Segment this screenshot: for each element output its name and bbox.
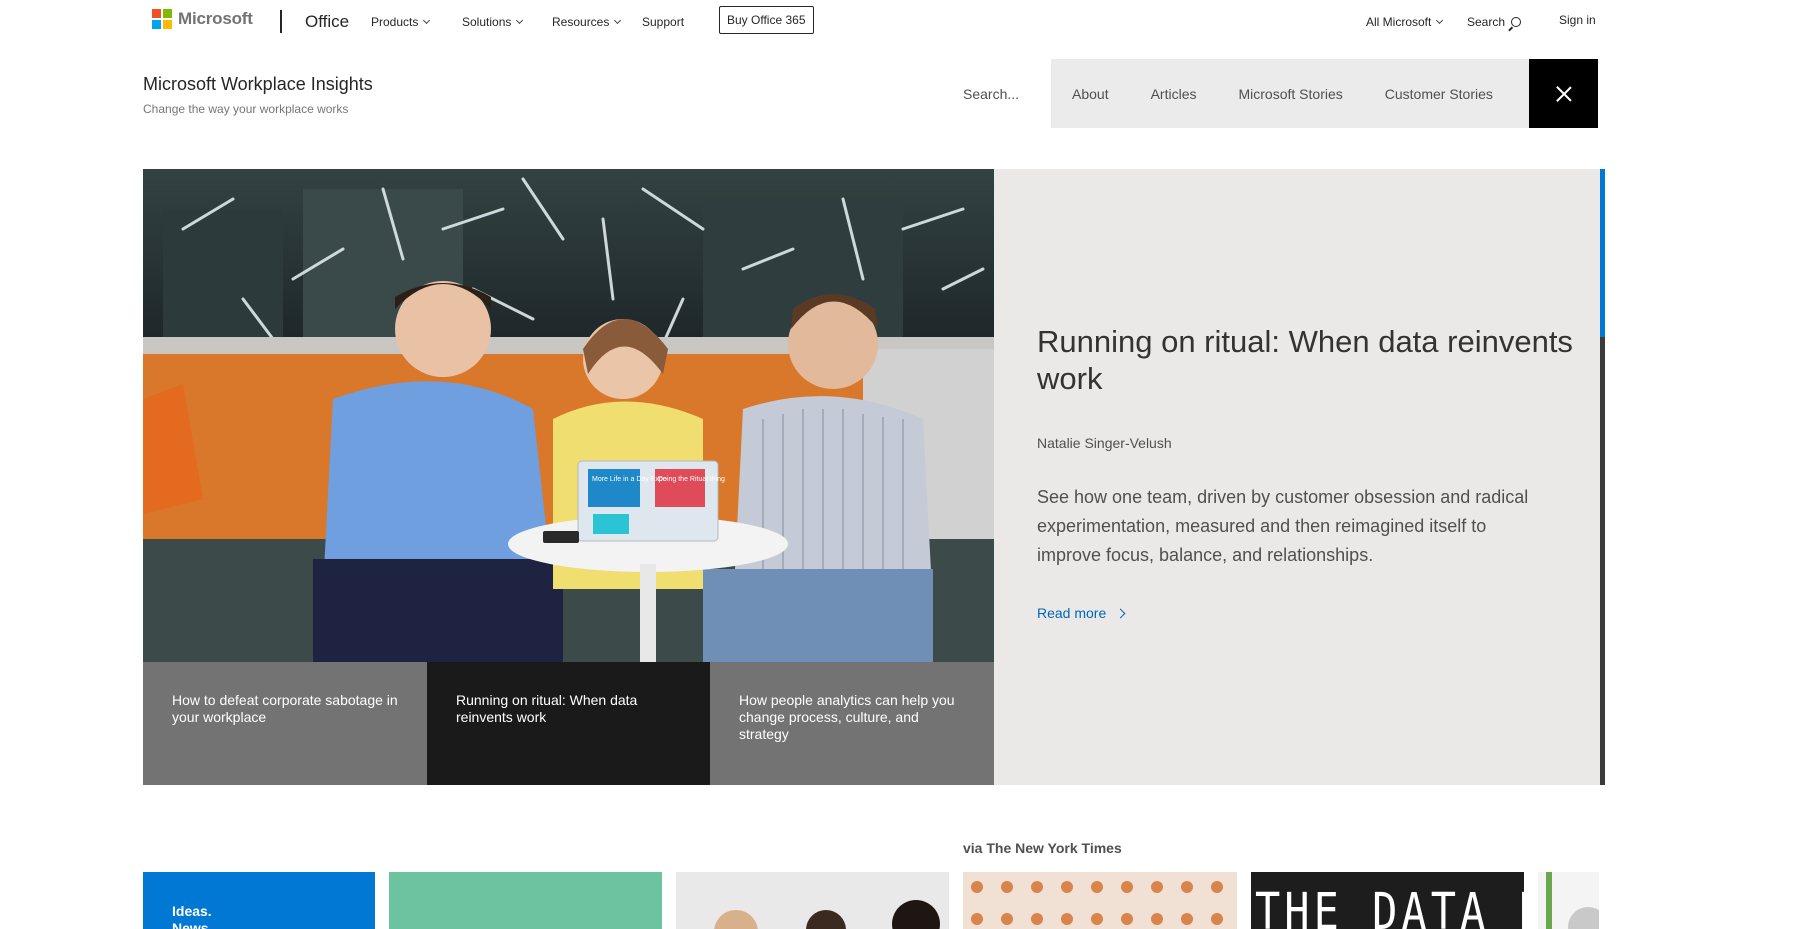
hero-description: See how one team, driven by customer obs… (1037, 487, 1529, 565)
feed-card-data-binge[interactable]: THE DATA BINGE (1251, 872, 1524, 929)
nav-resources[interactable]: Resources (552, 15, 622, 29)
site-nav-customer-stories[interactable]: Customer Stories (1385, 86, 1493, 102)
site-search-input[interactable]: Search... (963, 86, 1019, 102)
global-header: Microsoft Office Products Solutions Reso… (0, 0, 1797, 44)
chevron-down-icon (1436, 16, 1444, 25)
site-nav: About Articles Microsoft Stories Custome… (1051, 59, 1530, 128)
hero-author: Natalie Singer-Velush (1037, 435, 1172, 451)
site-nav-about[interactable]: About (1072, 86, 1109, 102)
nav-solutions[interactable]: Solutions (462, 15, 524, 29)
close-search-button[interactable] (1529, 59, 1598, 128)
partial-photo (1546, 872, 1599, 929)
chevron-right-icon (1115, 608, 1126, 618)
read-more-link[interactable]: Read more (1037, 605, 1126, 621)
laptop-text-2: Doing the Ritual thing (658, 476, 725, 483)
read-more-label: Read more (1037, 605, 1107, 621)
laptop-text-1: More Life in a Day Expe (592, 476, 667, 483)
nav-support[interactable]: Support (642, 15, 684, 29)
global-search-label: Search (1467, 15, 1506, 29)
chevron-down-icon (423, 16, 431, 25)
buy-office-button[interactable]: Buy Office 365 (719, 6, 814, 34)
nav-support-label: Support (642, 15, 685, 29)
site-nav-articles[interactable]: Articles (1151, 86, 1197, 102)
via-label: via The New York Times (963, 840, 1122, 856)
logo-divider (280, 10, 282, 33)
nav-resources-label: Resources (552, 15, 610, 29)
chevron-down-icon (516, 16, 524, 25)
all-microsoft-menu[interactable]: All Microsoft (1366, 15, 1444, 29)
feed-card-image-partial[interactable] (1538, 872, 1599, 929)
people-photo (676, 872, 949, 929)
site-title[interactable]: Microsoft Workplace Insights (143, 74, 373, 95)
sign-in-link[interactable]: Sign in (1559, 13, 1596, 27)
all-microsoft-label: All Microsoft (1366, 15, 1432, 29)
chevron-down-icon (614, 16, 622, 25)
nav-solutions-label: Solutions (462, 15, 512, 29)
site-nav-microsoft-stories[interactable]: Microsoft Stories (1239, 86, 1343, 102)
feed-card-image-green[interactable] (389, 872, 662, 929)
site-subtitle: Change the way your workplace works (143, 102, 349, 116)
office-link[interactable]: Office (305, 12, 349, 32)
global-search-button[interactable]: Search (1467, 15, 1522, 29)
microsoft-wordmark: Microsoft (178, 9, 253, 28)
close-icon (1556, 86, 1572, 102)
nav-products-label: Products (371, 15, 419, 29)
feed-card-image-people[interactable] (676, 872, 949, 929)
ideas-line: Ideas. (172, 903, 212, 919)
hero-tab-2[interactable]: Running on ritual: When data reinvents w… (427, 662, 710, 785)
ideas-news-card[interactable]: Ideas. News. (143, 872, 375, 929)
hero-scroll-indicator (1600, 169, 1605, 785)
hero-tab-1[interactable]: How to defeat corporate sabotage in your… (143, 662, 427, 785)
search-icon (1511, 17, 1522, 27)
feed-card-image-dots[interactable] (963, 872, 1237, 929)
news-line: News. (172, 920, 213, 929)
nav-products[interactable]: Products (371, 15, 431, 29)
microsoft-logo-icon (152, 9, 172, 29)
data-binge-text: THE DATA BINGE (1255, 882, 1524, 929)
dots-pattern (971, 881, 1223, 925)
hero-image[interactable]: More Life in a Day Expe Doing the Ritual… (143, 169, 994, 662)
hero-tab-3[interactable]: How people analytics can help you change… (710, 662, 994, 785)
microsoft-logo[interactable]: Microsoft (152, 9, 253, 29)
hero-photo: More Life in a Day Expe Doing the Ritual… (143, 169, 994, 662)
hero-title[interactable]: Running on ritual: When data reinvents w… (1037, 323, 1577, 397)
hero-panel (994, 169, 1604, 785)
